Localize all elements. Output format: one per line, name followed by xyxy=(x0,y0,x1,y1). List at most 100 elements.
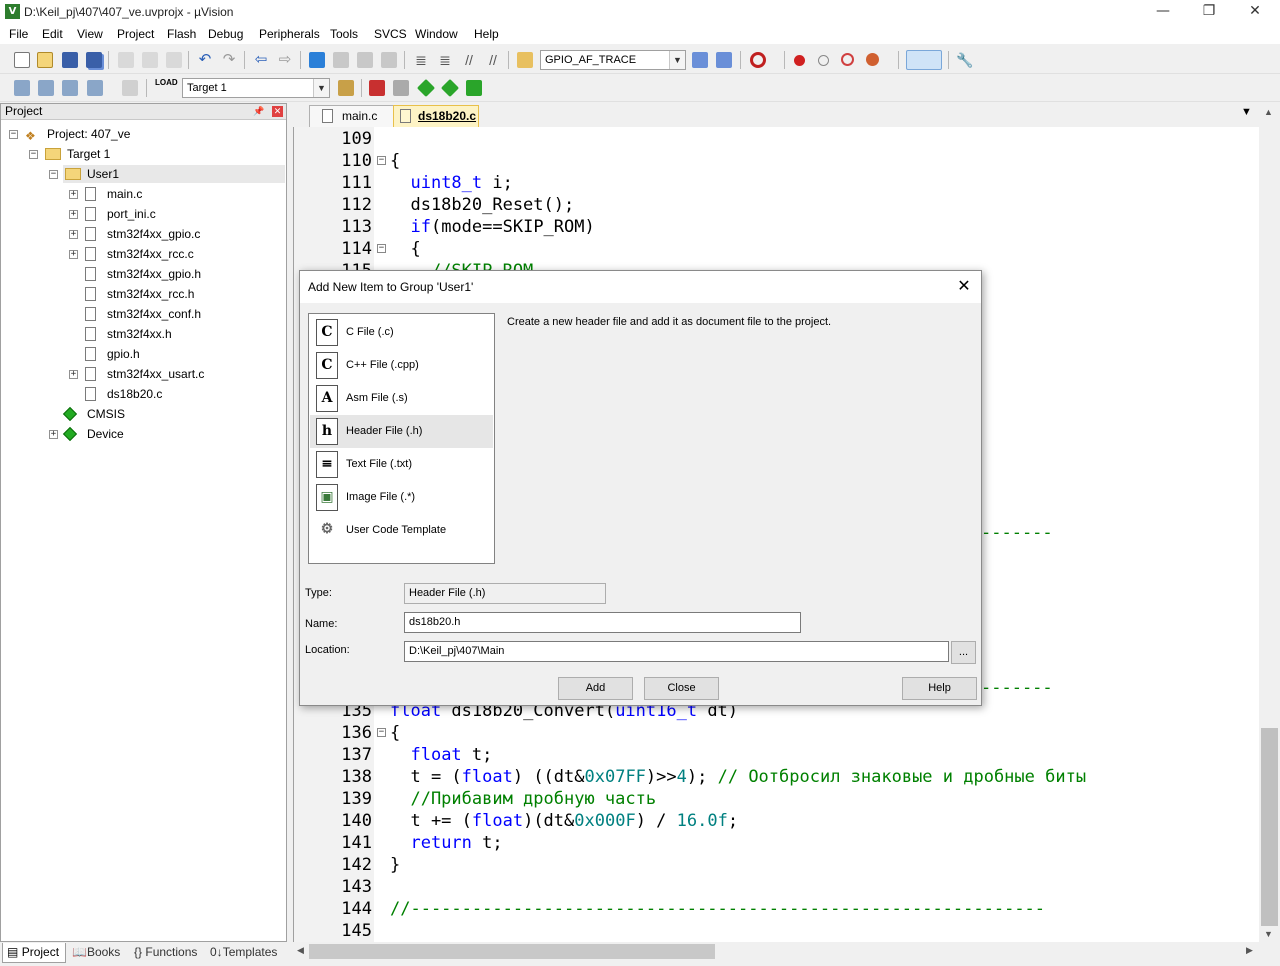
browse-button[interactable]: ... xyxy=(951,641,976,664)
tree-file-rcc-c[interactable]: stm32f4xx_rcc.c xyxy=(85,245,265,263)
next-bookmark-icon[interactable] xyxy=(357,52,373,68)
copy-icon[interactable] xyxy=(142,52,158,68)
fold-collapse-icon[interactable]: − xyxy=(377,156,386,165)
scroll-left-icon[interactable]: ◀ xyxy=(297,945,304,956)
tree-node-group-user1[interactable]: User1 xyxy=(63,165,285,183)
tab-books[interactable]: 📖Books xyxy=(68,943,128,963)
menu-help[interactable]: Help xyxy=(474,27,499,41)
indent-icon[interactable]: ≣ xyxy=(413,52,429,68)
undo-icon[interactable]: ↶ xyxy=(197,52,213,68)
tree-node-target[interactable]: Target 1 xyxy=(45,145,245,163)
tree-file-gpio-h[interactable]: stm32f4xx_gpio.h xyxy=(85,265,265,283)
translate-icon[interactable] xyxy=(14,80,30,96)
dialog-close-icon[interactable]: ✕ xyxy=(953,275,975,297)
open-file-icon[interactable] xyxy=(37,52,53,68)
scroll-up-icon[interactable]: ▲ xyxy=(1264,107,1273,117)
software-packs-icon[interactable] xyxy=(466,80,482,96)
chevron-down-icon[interactable]: ▼ xyxy=(669,51,685,69)
menu-window[interactable]: Window xyxy=(415,27,458,41)
file-type-header[interactable]: h Header File (.h) xyxy=(310,415,493,448)
file-type-c[interactable]: C C File (.c) xyxy=(310,316,493,349)
configure-icon[interactable]: 🔧 xyxy=(956,52,973,68)
uncomment-icon[interactable]: // xyxy=(485,52,501,68)
disable-breakpoints-icon[interactable] xyxy=(841,53,854,66)
download-icon[interactable]: LOAD xyxy=(155,79,178,95)
scrollbar-thumb[interactable] xyxy=(309,944,715,959)
incremental-find-icon[interactable] xyxy=(692,52,708,68)
tab-functions[interactable]: {} Functions xyxy=(130,943,206,963)
restore-button[interactable]: ❐ xyxy=(1186,0,1232,24)
add-button[interactable]: Add xyxy=(558,677,633,700)
tree-node-cmsis[interactable]: CMSIS xyxy=(62,405,243,423)
tree-file-ds18b20-c[interactable]: ds18b20.c xyxy=(85,385,265,403)
file-type-image[interactable]: ▣ Image File (.*) xyxy=(310,481,493,514)
scrollbar-thumb[interactable] xyxy=(1261,728,1278,926)
save-icon[interactable] xyxy=(62,52,78,68)
cut-icon[interactable] xyxy=(118,52,134,68)
name-field[interactable]: ds18b20.h xyxy=(404,612,801,633)
tree-file-gpio-h-local[interactable]: gpio.h xyxy=(85,345,265,363)
scroll-right-icon[interactable]: ▶ xyxy=(1246,945,1253,956)
vertical-scrollbar[interactable]: ▲ ▼ xyxy=(1259,103,1280,942)
menu-peripherals[interactable]: Peripherals xyxy=(259,27,320,41)
batch-build-icon[interactable] xyxy=(87,80,103,96)
menu-file[interactable]: File xyxy=(9,27,28,41)
tree-file-stm32f4xx-h[interactable]: stm32f4xx.h xyxy=(85,325,265,343)
tree-file-port-ini-c[interactable]: port_ini.c xyxy=(85,205,265,223)
clear-bookmarks-icon[interactable] xyxy=(381,52,397,68)
comment-icon[interactable]: // xyxy=(461,52,477,68)
collapse-icon[interactable]: − xyxy=(29,150,38,159)
close-button[interactable]: ✕ xyxy=(1232,0,1278,24)
expand-icon[interactable]: + xyxy=(69,210,78,219)
tree-file-usart-c[interactable]: stm32f4xx_usart.c xyxy=(85,365,265,383)
menu-flash[interactable]: Flash xyxy=(167,27,196,41)
file-type-text[interactable]: ≡ Text File (.txt) xyxy=(310,448,493,481)
expand-icon[interactable]: + xyxy=(49,430,58,439)
tab-ds18b20-c[interactable]: ds18b20.c xyxy=(393,105,479,127)
menu-edit[interactable]: Edit xyxy=(42,27,63,41)
navigate-back-icon[interactable]: ⇦ xyxy=(253,52,269,68)
scroll-down-icon[interactable]: ▼ xyxy=(1264,929,1273,939)
target-combo[interactable]: Target 1 ▼ xyxy=(182,78,330,98)
new-file-icon[interactable] xyxy=(14,52,30,68)
window-layout-icon[interactable] xyxy=(906,50,942,70)
tab-templates[interactable]: 0↓Templates xyxy=(206,943,286,963)
stop-build-icon[interactable] xyxy=(122,80,138,96)
manage-project-icon[interactable] xyxy=(369,80,385,96)
location-field[interactable]: D:\Keil_pj\407\Main xyxy=(404,641,949,662)
tree-file-gpio-c[interactable]: stm32f4xx_gpio.c xyxy=(85,225,265,243)
collapse-icon[interactable]: − xyxy=(49,170,58,179)
tab-list-chevron-icon[interactable]: ▼ xyxy=(1241,106,1252,118)
find-in-files-icon[interactable] xyxy=(517,52,533,68)
help-button[interactable]: Help xyxy=(902,677,977,700)
tree-node-device[interactable]: Device xyxy=(62,425,243,443)
redo-icon[interactable]: ↷ xyxy=(221,52,237,68)
menu-svcs[interactable]: SVCS xyxy=(374,27,407,41)
target-options-icon[interactable] xyxy=(338,80,354,96)
expand-icon[interactable]: + xyxy=(69,230,78,239)
menu-project[interactable]: Project xyxy=(117,27,154,41)
close-icon[interactable]: ✕ xyxy=(272,106,283,117)
prev-bookmark-icon[interactable] xyxy=(333,52,349,68)
menu-tools[interactable]: Tools xyxy=(330,27,358,41)
find-replace-icon[interactable] xyxy=(716,52,732,68)
chevron-down-icon[interactable]: ▼ xyxy=(313,79,329,97)
tab-main-c[interactable]: main.c xyxy=(309,105,395,127)
find-combo[interactable]: GPIO_AF_TRACE ▼ xyxy=(540,50,686,70)
horizontal-scrollbar[interactable]: ◀ ▶ xyxy=(293,942,1259,962)
close-dialog-button[interactable]: Close xyxy=(644,677,719,700)
kill-breakpoints-icon[interactable] xyxy=(866,53,879,66)
menu-view[interactable]: View xyxy=(77,27,103,41)
expand-icon[interactable]: + xyxy=(69,250,78,259)
paste-icon[interactable] xyxy=(166,52,182,68)
file-type-user-template[interactable]: ⚙ User Code Template xyxy=(310,514,493,547)
select-packs-icon[interactable] xyxy=(393,80,409,96)
menu-debug[interactable]: Debug xyxy=(208,27,243,41)
tree-node-project[interactable]: ❖ Project: 407_ve xyxy=(25,125,225,143)
fold-collapse-icon[interactable]: − xyxy=(377,728,386,737)
run-time-environment-icon[interactable] xyxy=(440,78,460,98)
insert-breakpoint-icon[interactable] xyxy=(794,55,805,66)
bookmark-icon[interactable] xyxy=(309,52,325,68)
tab-project[interactable]: ▤ Project xyxy=(2,943,66,963)
pin-icon[interactable]: 📌 xyxy=(253,106,264,117)
